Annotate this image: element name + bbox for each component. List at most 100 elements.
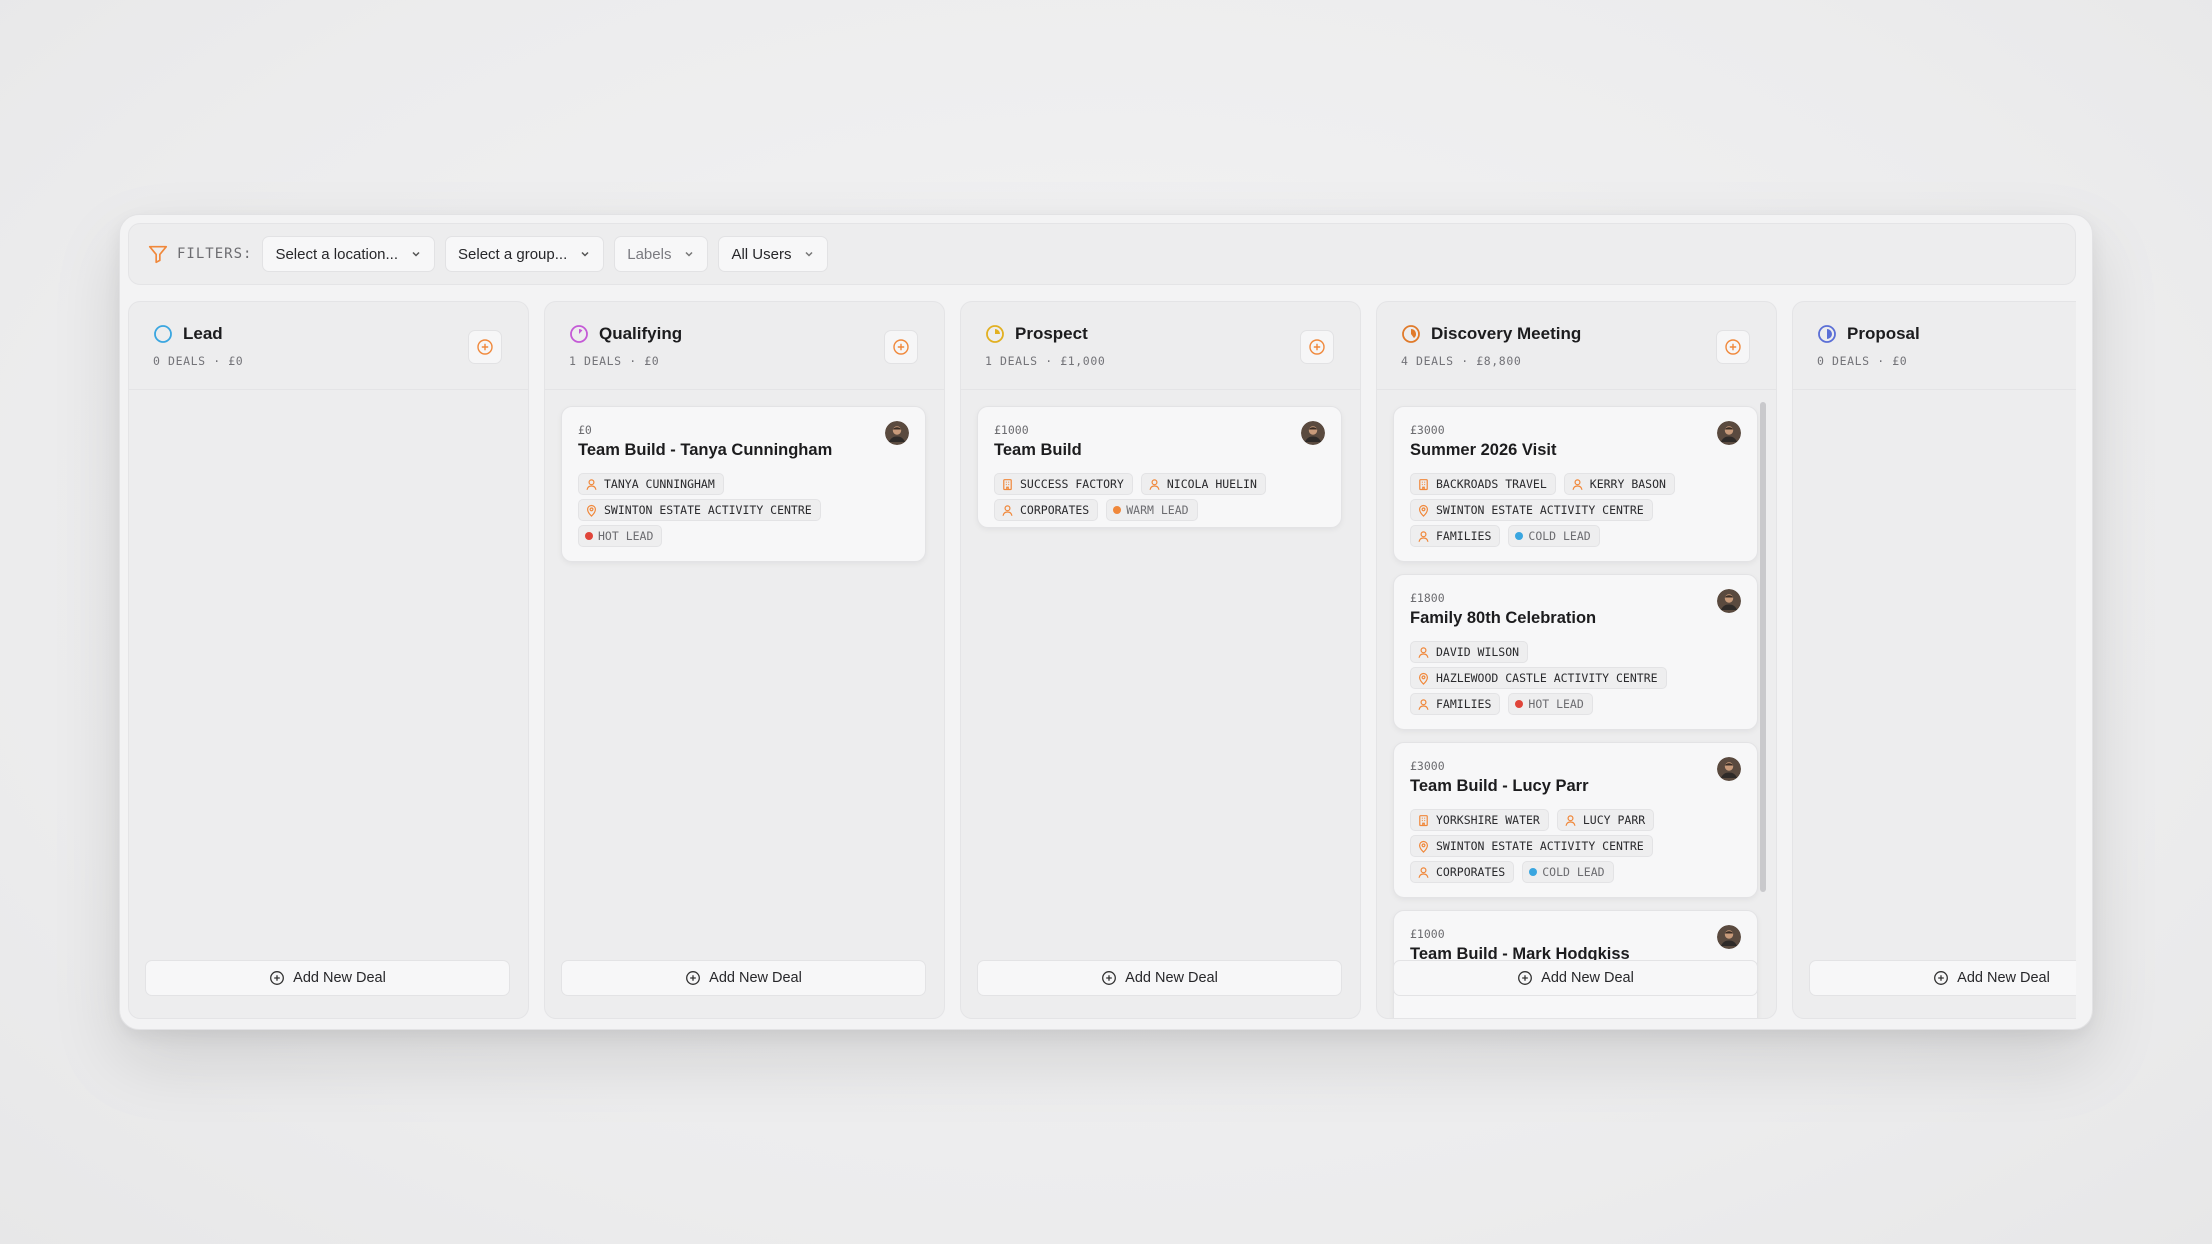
add-new-deal-label: Add New Deal [709,970,802,986]
card-list[interactable] [129,390,528,1018]
person-icon [1565,814,1576,826]
column-header: Prospect 1 DEALS · £1,000 [961,302,1360,390]
group-tag: FAMILIES [1410,525,1501,547]
card-list[interactable] [1793,390,2076,1018]
column-title: Lead [153,324,223,344]
deal-card[interactable]: £1000 Team Build SUCCESS FACTORY NICOLA H… [977,406,1342,528]
lead-status-badge: WARM LEAD [1106,499,1198,521]
column-title: Prospect [985,324,1088,344]
column-summary: 4 DEALS · £8,800 [1401,354,1522,368]
person-icon [586,478,597,490]
add-deal-icon-button[interactable] [1300,330,1334,364]
owner-avatar[interactable] [1717,421,1741,445]
deal-tags: DAVID WILSON HAZLEWOOD CASTLE ACTIVITY CE… [1410,641,1745,719]
deal-tags: SUCCESS FACTORY NICOLA HUELIN CORPORATES WA… [994,473,1329,525]
card-list[interactable]: £0 Team Build - Tanya Cunningham TANYA C… [545,390,944,1018]
location-tag: HAZLEWOOD CASTLE ACTIVITY CENTRE [1410,667,1667,689]
status-dot [1515,532,1524,540]
owner-avatar[interactable] [1717,589,1741,613]
column-title: Discovery Meeting [1401,324,1581,344]
add-new-deal-label: Add New Deal [293,970,386,986]
location-select[interactable]: Select a location... [262,236,436,272]
status-dot [585,532,593,540]
plus-circle-icon [1102,971,1117,985]
stage-progress-icon [1402,325,1420,343]
deal-card[interactable]: £0 Team Build - Tanya Cunningham TANYA C… [561,406,926,562]
deal-card[interactable]: £3000 Team Build - Lucy Parr YORKSHIRE W… [1393,742,1758,898]
column-title: Qualifying [569,324,682,344]
deal-tags: TANYA CUNNINGHAM SWINTON ESTATE ACTIVITY … [578,473,913,551]
add-deal-icon-button[interactable] [468,330,502,364]
kanban-board: Lead 0 DEALS · £0 Add New Deal Qualifyin… [128,301,2076,1019]
add-deal-icon-button[interactable] [884,330,918,364]
person-tag-text: DAVID WILSON [1436,645,1520,659]
owner-avatar[interactable] [1301,421,1325,445]
stage-circle-icon [154,325,172,343]
labels-select[interactable]: Labels [614,236,709,272]
lead-status-badge: COLD LEAD [1522,861,1614,883]
location-select-value: Select a location... [275,245,399,263]
column-header: Qualifying 1 DEALS · £0 [545,302,944,390]
add-new-deal-button[interactable]: Add New Deal [1393,960,1758,996]
deal-amount: £1000 [1410,927,1445,941]
group-tag-text: FAMILIES [1436,697,1492,711]
column-lead: Lead 0 DEALS · £0 Add New Deal [128,301,529,1019]
chevron-down-icon [581,251,589,257]
group-icon [1418,530,1429,542]
card-list[interactable]: £1000 Team Build SUCCESS FACTORY NICOLA H… [961,390,1360,1018]
person-icon [1572,478,1583,490]
location-pin-icon [1418,840,1429,853]
deal-card[interactable]: £3000 Summer 2026 Visit BACKROADS TRAVEL… [1393,406,1758,562]
plus-circle-icon [270,971,285,985]
plus-circle-icon [1309,339,1325,355]
group-select[interactable]: Select a group... [445,236,605,272]
pipeline-board-window: FILTERS: Select a location... Select a g… [119,214,2093,1030]
group-tag-text: CORPORATES [1436,865,1506,879]
column-discovery-meeting: Discovery Meeting 4 DEALS · £8,800 £3000… [1376,301,1777,1019]
stage-progress-icon [570,325,588,343]
group-select-value: Select a group... [458,245,568,263]
deal-title: Family 80th Celebration [1410,609,1597,627]
building-icon [1419,814,1428,826]
person-tag: DAVID WILSON [1410,641,1529,663]
deal-amount: £1800 [1410,591,1445,605]
add-new-deal-button[interactable]: Add New Deal [1809,960,2076,996]
plus-circle-icon [1518,971,1533,985]
person-tag-text: LUCY PARR [1582,813,1646,827]
column-qualifying: Qualifying 1 DEALS · £0 £0 Team Build - … [544,301,945,1019]
card-list-scrollbar[interactable] [1760,402,1766,892]
add-new-deal-button[interactable]: Add New Deal [561,960,926,996]
deal-amount: £3000 [1410,423,1445,437]
stage-progress-icon [986,325,1004,343]
add-deal-icon-button[interactable] [1716,330,1750,364]
lead-status-text: HOT LEAD [598,529,654,543]
column-title-text: Qualifying [599,324,683,343]
lead-status-badge: HOT LEAD [578,525,663,547]
users-select[interactable]: All Users [718,236,829,272]
chevron-down-icon [412,251,420,257]
person-tag: KERRY BASON [1563,473,1675,495]
owner-avatar[interactable] [1717,925,1741,949]
lead-status-badge: HOT LEAD [1508,693,1593,715]
status-dot [1529,868,1538,876]
card-list[interactable]: £3000 Summer 2026 Visit BACKROADS TRAVEL… [1377,390,1776,1018]
group-icon [1002,504,1013,516]
person-tag-text: NICOLA HUELIN [1166,477,1257,491]
owner-avatar[interactable] [1717,757,1741,781]
deal-title: Team Build - Lucy Parr [1410,777,1589,795]
owner-avatar[interactable] [885,421,909,445]
plus-circle-icon [1934,971,1949,985]
filter-icon [148,245,168,264]
deal-amount: £1000 [994,423,1029,437]
building-icon [1003,478,1012,490]
column-header: Discovery Meeting 4 DEALS · £8,800 [1377,302,1776,390]
chevron-down-icon [805,251,813,257]
lead-status-text: COLD LEAD [1542,865,1605,879]
deal-card[interactable]: £1800 Family 80th Celebration DAVID WILS… [1393,574,1758,730]
column-title-text: Prospect [1015,324,1088,343]
add-new-deal-button[interactable]: Add New Deal [977,960,1342,996]
add-new-deal-button[interactable]: Add New Deal [145,960,510,996]
person-icon [1418,646,1429,658]
deal-tags: YORKSHIRE WATER LUCY PARR SWINTON ESTATE A… [1410,809,1745,887]
column-summary: 0 DEALS · £0 [153,354,244,368]
